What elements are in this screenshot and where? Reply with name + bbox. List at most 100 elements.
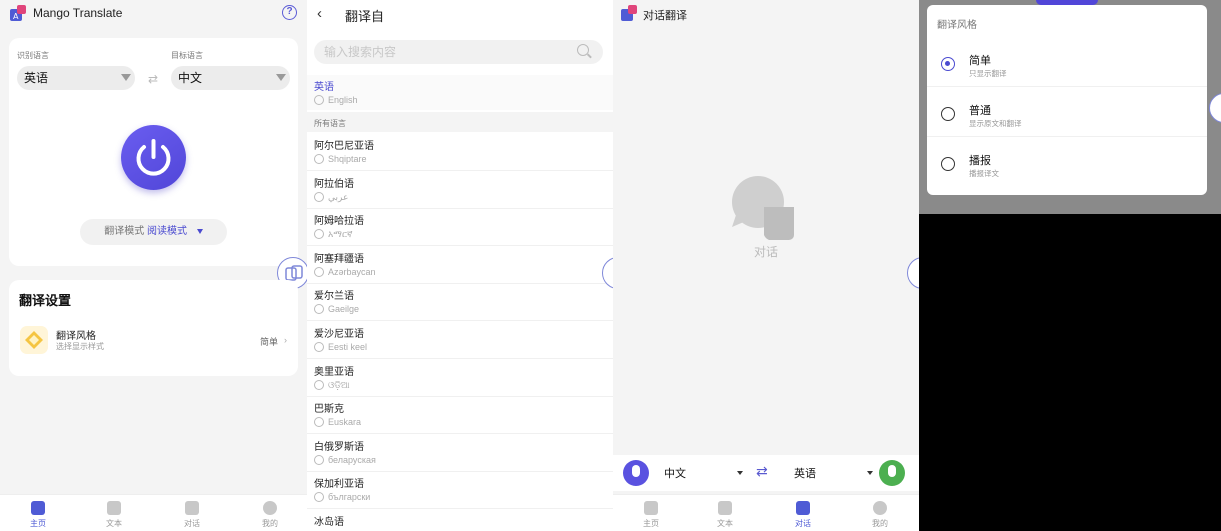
- swap-languages-icon[interactable]: ⇄: [148, 72, 158, 86]
- target-language-value: 中文: [178, 71, 203, 85]
- chevron-down-icon: [276, 74, 286, 81]
- help-icon[interactable]: ?: [282, 5, 297, 20]
- nav-home[interactable]: 主页: [613, 495, 689, 531]
- option-subtitle: 显示原文和翻译: [969, 119, 1022, 128]
- caret-down-icon[interactable]: [867, 471, 873, 475]
- language-list-item[interactable]: 冰岛语: [307, 509, 613, 531]
- language-name: 冰岛语: [314, 517, 344, 528]
- app-logo-icon: A: [10, 5, 26, 21]
- right-mic-button[interactable]: [879, 460, 905, 486]
- app-logo-icon: [621, 5, 637, 21]
- search-input[interactable]: [324, 40, 564, 64]
- nav-conversation[interactable]: 对话: [765, 495, 841, 531]
- style-title: 翻译风格: [56, 331, 96, 342]
- document-icon: [107, 501, 121, 515]
- globe-icon: [314, 342, 324, 352]
- language-list-item[interactable]: 阿尔巴尼亚语 Shqiptare: [307, 133, 613, 171]
- language-list-item[interactable]: 白俄罗斯语 беларуская: [307, 434, 613, 472]
- source-language-select[interactable]: 英语: [17, 66, 135, 90]
- globe-icon: [314, 191, 324, 202]
- microphone-icon: [632, 465, 640, 477]
- target-language-label: 目标语言: [171, 51, 203, 60]
- language-list-item[interactable]: 爱沙尼亚语 Eesti keel: [307, 321, 613, 359]
- language-name: 白俄罗斯语: [314, 441, 364, 453]
- radio-icon[interactable]: [941, 107, 955, 121]
- nav-mine[interactable]: 我的: [232, 495, 307, 531]
- globe-icon: [314, 229, 324, 240]
- translation-style-dialog: 翻译风格 简单 只显示翻译 普通 显示原文和翻译 播报 播报译文: [927, 5, 1207, 195]
- language-native-name: Azərbaycan: [328, 266, 376, 277]
- conversation-screen: 对话翻译 对话 中文 ⇄ 英语 主页 文本 对话 我的: [613, 0, 919, 531]
- language-name: 阿拉伯语: [314, 178, 354, 190]
- nav-label: 文本: [106, 519, 122, 528]
- left-mic-button[interactable]: [623, 460, 649, 486]
- home-app-bar: A Mango Translate ?: [0, 0, 307, 26]
- nav-home[interactable]: 主页: [0, 495, 76, 531]
- option-title: 简单: [969, 55, 991, 67]
- language-native-name: Eesti keel: [328, 342, 368, 352]
- left-language[interactable]: 中文: [664, 465, 686, 481]
- all-languages-header: 所有语言: [307, 112, 613, 132]
- back-arrow-icon[interactable]: ‹: [317, 5, 322, 22]
- style-option-normal[interactable]: 普通 显示原文和翻译: [927, 89, 1207, 137]
- nav-label: 对话: [795, 519, 811, 528]
- language-list-item[interactable]: 阿塞拜疆语 Azərbaycan: [307, 246, 613, 284]
- style-dialog-screen: 翻译风格 简单 只显示翻译 普通 显示原文和翻译 播报 播报译文: [919, 0, 1221, 531]
- right-language[interactable]: 英语: [794, 465, 816, 481]
- language-native-name: български: [328, 492, 371, 503]
- language-list-item[interactable]: 巴斯克 Euskara: [307, 396, 613, 435]
- selected-language-item[interactable]: 英语 English: [307, 75, 613, 110]
- language-native-name: ଓଡ଼ିଆ: [328, 379, 350, 390]
- radio-selected-icon[interactable]: [941, 57, 955, 71]
- swap-languages-icon[interactable]: ⇄: [756, 463, 768, 480]
- language-list-item[interactable]: 奥里亚语 ଓଡ଼ିଆ: [307, 359, 613, 397]
- option-subtitle: 播报译文: [969, 169, 999, 178]
- target-language-select[interactable]: 中文: [171, 66, 290, 90]
- nav-text[interactable]: 文本: [687, 495, 763, 531]
- language-name: 爱尔兰语: [314, 291, 354, 303]
- search-icon[interactable]: [577, 44, 589, 56]
- language-list-item[interactable]: 阿拉伯语 عربي: [307, 171, 613, 209]
- language-native-name: አማርኛ: [328, 229, 353, 240]
- globe-icon: [314, 266, 324, 277]
- style-value: 简单: [260, 337, 279, 347]
- language-list-item[interactable]: 阿姆哈拉语 አማርኛ: [307, 208, 613, 247]
- language-native-name: Shqiptare: [328, 154, 367, 164]
- nav-text[interactable]: 文本: [76, 495, 152, 531]
- style-option-broadcast[interactable]: 播报 播报译文: [927, 139, 1207, 187]
- all-languages-label: 所有语言: [314, 119, 346, 128]
- language-native-name: عربي: [328, 191, 349, 202]
- language-native-name: Euskara: [328, 417, 362, 428]
- style-subtitle: 选择显示样式: [56, 342, 104, 351]
- globe-icon: [314, 304, 324, 315]
- selected-language-native: English: [328, 95, 358, 105]
- home-icon: [31, 501, 45, 515]
- language-native-name: беларуская: [328, 454, 376, 465]
- floating-translate-icon[interactable]: [907, 257, 919, 289]
- power-icon: [136, 139, 171, 176]
- nav-label: 我的: [262, 519, 278, 528]
- conversation-title: 对话翻译: [643, 10, 687, 22]
- nav-mine[interactable]: 我的: [842, 495, 918, 531]
- translation-mode-selector[interactable]: 翻译模式 阅读模式: [80, 219, 227, 245]
- selected-language-name: 英语: [314, 82, 334, 93]
- user-icon: [263, 501, 277, 515]
- nav-label: 主页: [643, 519, 659, 528]
- power-button[interactable]: [121, 125, 186, 190]
- language-list-item[interactable]: 保加利亚语 български: [307, 471, 613, 510]
- chat-bubbles-icon: [732, 176, 794, 240]
- caret-down-icon[interactable]: [737, 471, 743, 475]
- language-name: 保加利亚语: [314, 479, 364, 491]
- mode-label: 翻译模式: [104, 226, 145, 237]
- mode-value: 阅读模式: [147, 226, 187, 237]
- language-list-item[interactable]: 爱尔兰语 Gaeilge: [307, 283, 613, 322]
- empty-conversation-label: 对话: [753, 245, 778, 259]
- nav-conversation[interactable]: 对话: [154, 495, 230, 531]
- language-name: 爱沙尼亚语: [314, 329, 364, 340]
- radio-icon[interactable]: [941, 157, 955, 171]
- diamond-icon: [20, 326, 48, 354]
- style-option-simple[interactable]: 简单 只显示翻译: [927, 39, 1207, 87]
- source-language-value: 英语: [24, 71, 49, 85]
- globe-icon: [314, 95, 324, 105]
- settings-title: 翻译设置: [19, 293, 72, 308]
